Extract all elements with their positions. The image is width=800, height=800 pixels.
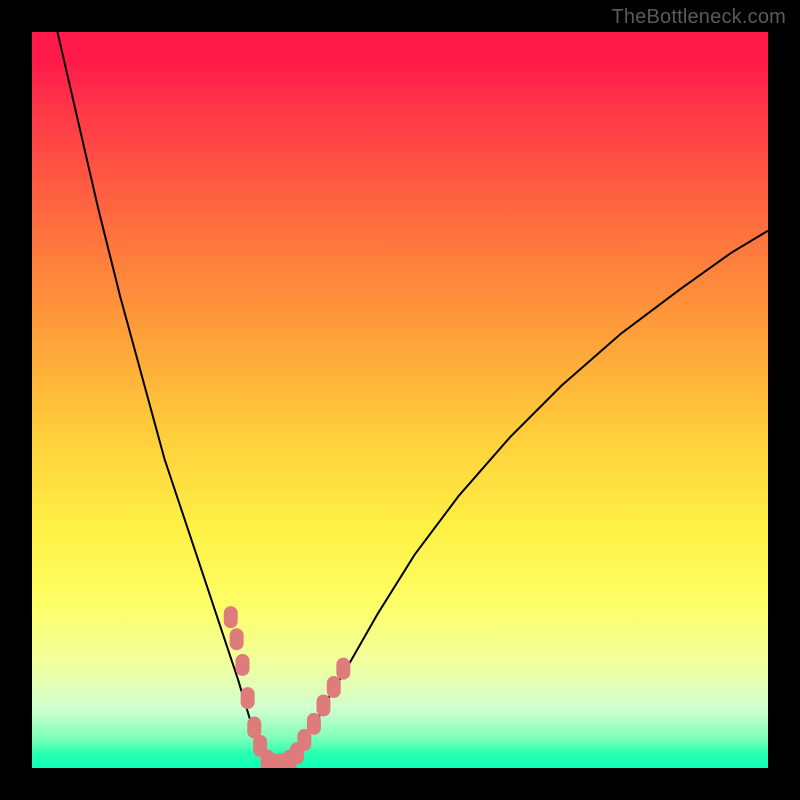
curve-marker bbox=[230, 628, 244, 650]
curve-marker bbox=[327, 676, 341, 698]
watermark-text: TheBottleneck.com bbox=[611, 6, 786, 29]
curve-marker bbox=[236, 654, 250, 676]
curve-markers bbox=[224, 606, 351, 768]
curve-marker bbox=[307, 713, 321, 735]
chart-frame: TheBottleneck.com bbox=[0, 0, 800, 800]
curve-marker bbox=[241, 687, 255, 709]
curve-marker bbox=[224, 606, 238, 628]
curve-marker bbox=[316, 694, 330, 716]
chart-svg bbox=[32, 32, 768, 768]
plot-area bbox=[32, 32, 768, 768]
bottleneck-curve bbox=[32, 32, 768, 764]
curve-marker bbox=[336, 658, 350, 680]
